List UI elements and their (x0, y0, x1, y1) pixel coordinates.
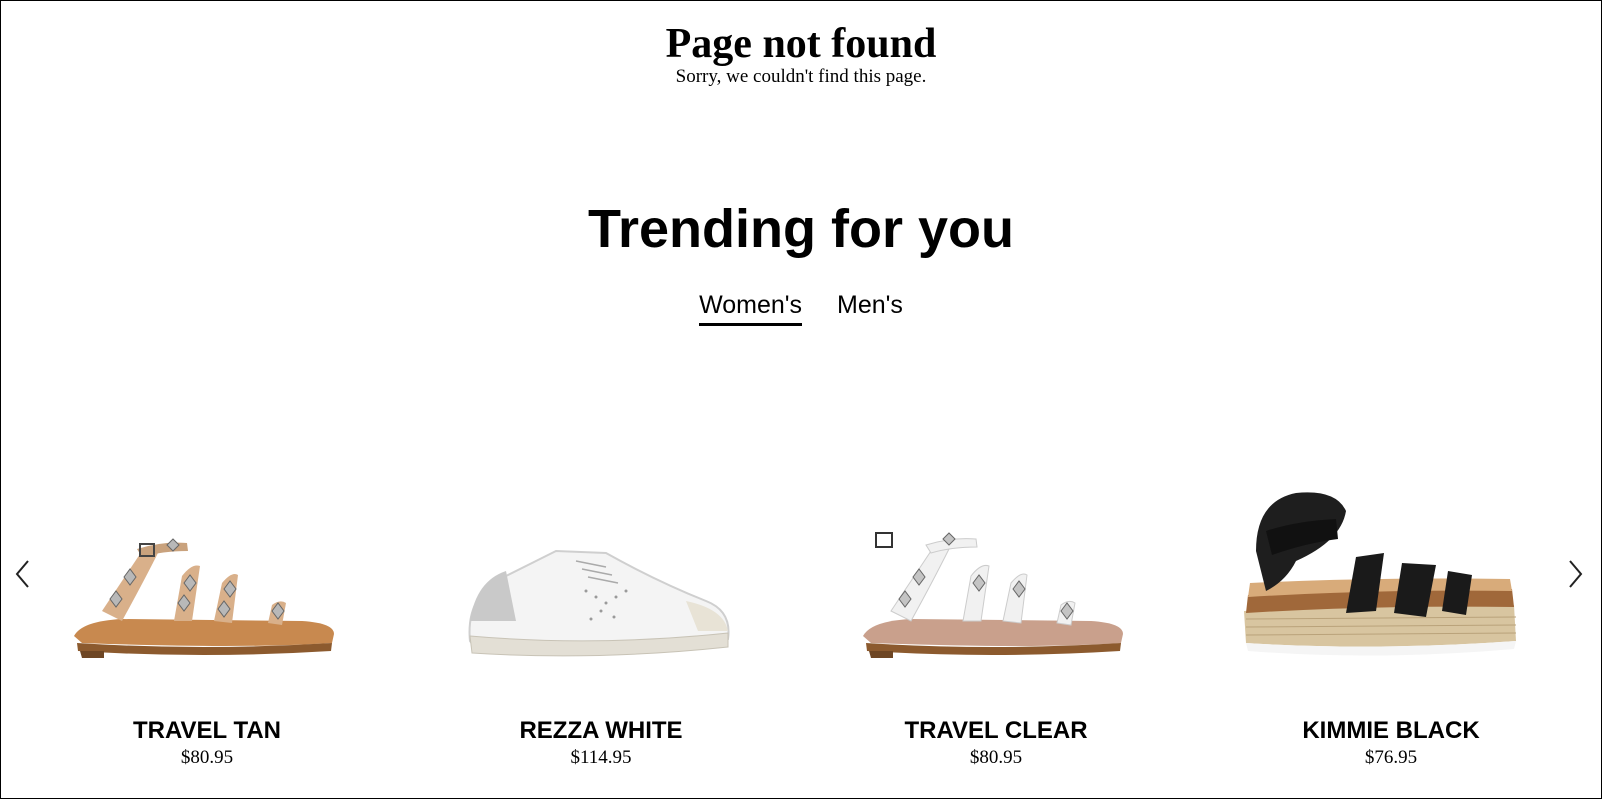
product-image-tan-sandal[interactable] (42, 471, 372, 691)
product-name[interactable]: TRAVEL CLEAR (831, 717, 1161, 745)
product-image-white-sneaker[interactable] (436, 471, 766, 691)
product-price: $80.95 (180, 747, 234, 768)
product-price: $80.95 (969, 747, 1023, 768)
product-name[interactable]: TRAVEL TAN (42, 717, 372, 745)
chevron-right-icon (1563, 557, 1587, 591)
product-card-travel-clear[interactable]: TRAVEL CLEAR $80.95 (831, 471, 1161, 791)
tab-mens[interactable]: Men's (837, 289, 903, 323)
carousel-prev-button[interactable] (11, 557, 35, 591)
tab-womens[interactable]: Women's (699, 289, 803, 326)
product-image-clear-sandal[interactable] (831, 471, 1161, 691)
product-card-travel-tan[interactable]: TRAVEL TAN $80.95 (42, 471, 372, 791)
gender-tabs: Women's Men's (1, 289, 1601, 326)
page-container: Page not found Sorry, we couldn't find t… (0, 0, 1602, 799)
product-card-kimmie-black[interactable]: KIMMIE BLACK $76.95 (1226, 471, 1556, 791)
product-price: $114.95 (570, 747, 632, 768)
product-image-black-platform-sandal[interactable] (1226, 471, 1556, 691)
product-card-rezza-white[interactable]: REZZA WHITE $114.95 (436, 471, 766, 791)
page-not-found-title: Page not found (665, 21, 937, 67)
product-price: $76.95 (1364, 747, 1418, 768)
trending-title: Trending for you (588, 199, 1014, 259)
page-not-found-message: Sorry, we couldn't find this page. (675, 66, 927, 87)
product-name[interactable]: REZZA WHITE (436, 717, 766, 745)
product-name[interactable]: KIMMIE BLACK (1226, 717, 1556, 745)
chevron-left-icon (11, 557, 35, 591)
carousel-next-button[interactable] (1563, 557, 1587, 591)
